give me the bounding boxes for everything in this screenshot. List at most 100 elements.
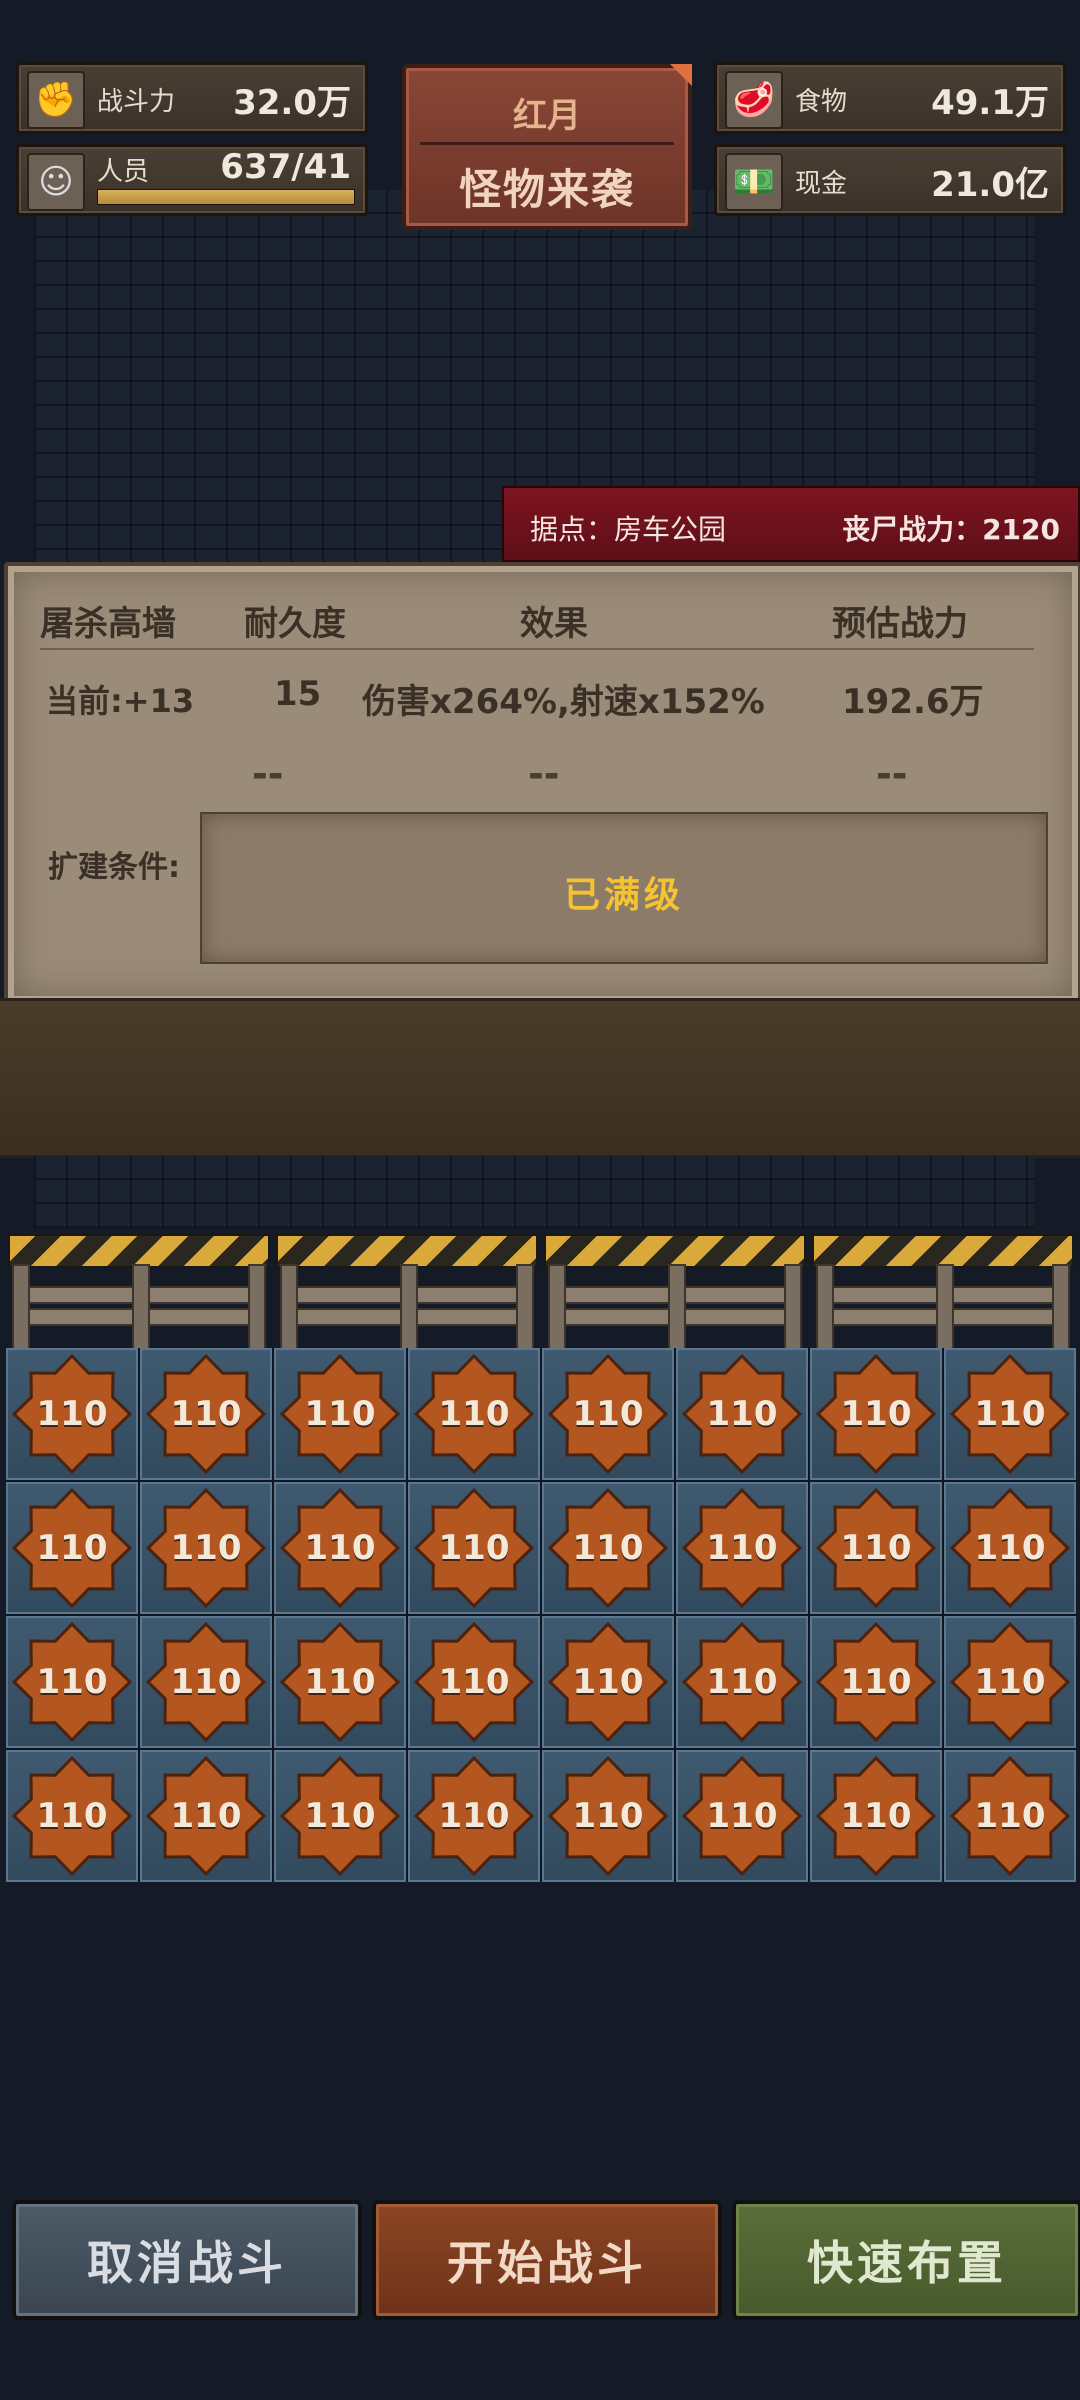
dirt-strip: [0, 998, 1080, 1158]
unit-level: 110: [974, 1796, 1046, 1836]
unit-level: 110: [974, 1662, 1046, 1702]
current-level: 当前:+13: [46, 682, 195, 720]
cancel-battle-button[interactable]: 取消战斗: [12, 2200, 362, 2320]
grid-slot[interactable]: 110: [6, 1616, 138, 1748]
current-durability: 15: [274, 674, 322, 714]
barricade: [276, 1234, 538, 1352]
combat-power-panel: ✊ 战斗力 32.0万: [16, 62, 368, 134]
grid-slot[interactable]: 110: [810, 1482, 942, 1614]
unit-level: 110: [170, 1662, 242, 1702]
event-title: 红月: [513, 96, 581, 136]
unit-level: 110: [304, 1796, 376, 1836]
grid-slot[interactable]: 110: [6, 1750, 138, 1882]
grid-slot[interactable]: 110: [274, 1616, 406, 1748]
grid-slot[interactable]: 110: [274, 1750, 406, 1882]
unit-level: 110: [572, 1662, 644, 1702]
unit-level: 110: [974, 1528, 1046, 1568]
grid-slot[interactable]: 110: [542, 1348, 674, 1480]
unit-level: 110: [36, 1528, 108, 1568]
unit-level: 110: [304, 1662, 376, 1702]
deployment-grid: 110 110 110 110 110 110 110 110 110 110 110 110 110 1…: [6, 1348, 1076, 1882]
personnel-bar: [97, 189, 355, 205]
food-value: 49.1万: [931, 83, 1049, 123]
grid-slot[interactable]: 110: [542, 1750, 674, 1882]
grid-slot[interactable]: 110: [810, 1750, 942, 1882]
grid-slot[interactable]: 110: [274, 1482, 406, 1614]
grid-slot[interactable]: 110: [810, 1348, 942, 1480]
grid-slot[interactable]: 110: [6, 1348, 138, 1480]
grid-slot[interactable]: 110: [274, 1348, 406, 1480]
grid-slot[interactable]: 110: [140, 1750, 272, 1882]
unit-level: 110: [572, 1394, 644, 1434]
cash-value: 21.0亿: [931, 165, 1049, 205]
personnel-value: 637/41: [220, 147, 351, 187]
unit-level: 110: [304, 1394, 376, 1434]
grid-slot[interactable]: 110: [408, 1482, 540, 1614]
grid-slot[interactable]: 110: [408, 1348, 540, 1480]
next-durability: --: [252, 752, 284, 796]
personnel-label: 人员: [97, 157, 150, 187]
unit-level: 110: [706, 1796, 778, 1836]
unit-level: 110: [438, 1528, 510, 1568]
cash-label: 现金: [795, 169, 848, 199]
unit-level: 110: [36, 1394, 108, 1434]
meat-icon: 🥩: [725, 71, 783, 129]
divider: [420, 142, 674, 145]
location-label: 据点：房车公园: [530, 513, 727, 546]
person-icon: ☺: [27, 153, 85, 211]
unit-level: 110: [170, 1796, 242, 1836]
grid-slot[interactable]: 110: [408, 1616, 540, 1748]
unit-level: 110: [706, 1528, 778, 1568]
unit-level: 110: [572, 1796, 644, 1836]
cash-icon: 💵: [725, 153, 783, 211]
grid-slot[interactable]: 110: [810, 1616, 942, 1748]
grid-slot[interactable]: 110: [542, 1616, 674, 1748]
condition-label: 扩建条件:: [48, 850, 180, 885]
brick-wall-lower: [34, 1156, 1034, 1228]
unit-level: 110: [840, 1394, 912, 1434]
condition-box: 已满级: [200, 812, 1048, 964]
grid-slot[interactable]: 110: [408, 1750, 540, 1882]
grid-slot[interactable]: 110: [6, 1482, 138, 1614]
combat-power-label: 战斗力: [97, 87, 176, 117]
unit-level: 110: [304, 1528, 376, 1568]
grid-slot[interactable]: 110: [944, 1348, 1076, 1480]
grid-slot[interactable]: 110: [676, 1616, 808, 1748]
start-battle-button[interactable]: 开始战斗: [372, 2200, 722, 2320]
unit-level: 110: [36, 1662, 108, 1702]
unit-level: 110: [572, 1528, 644, 1568]
fist-icon: ✊: [27, 71, 85, 129]
event-subtitle: 怪物来袭: [458, 165, 635, 214]
header-durability: 耐久度: [244, 604, 346, 644]
unit-level: 110: [438, 1796, 510, 1836]
header-name: 屠杀高墙: [40, 604, 176, 644]
grid-slot[interactable]: 110: [676, 1348, 808, 1480]
next-power: --: [876, 752, 908, 796]
grid-slot[interactable]: 110: [140, 1482, 272, 1614]
grid-slot[interactable]: 110: [944, 1750, 1076, 1882]
combat-power-value: 32.0万: [233, 83, 351, 123]
condition-text: 已满级: [563, 875, 684, 916]
grid-slot[interactable]: 110: [944, 1482, 1076, 1614]
unit-level: 110: [840, 1796, 912, 1836]
quick-deploy-button[interactable]: 快速布置: [732, 2200, 1080, 2320]
header-effect: 效果: [520, 604, 588, 644]
header-divider: [40, 648, 1034, 650]
personnel-panel: ☺ 人员 637/41: [16, 144, 368, 216]
unit-level: 110: [974, 1394, 1046, 1434]
current-power: 192.6万: [842, 682, 984, 722]
grid-slot[interactable]: 110: [140, 1348, 272, 1480]
grid-slot[interactable]: 110: [140, 1616, 272, 1748]
unit-level: 110: [840, 1528, 912, 1568]
grid-slot[interactable]: 110: [676, 1482, 808, 1614]
grid-slot[interactable]: 110: [542, 1482, 674, 1614]
location-banner: 据点：房车公园 丧尸战力：2120: [502, 486, 1080, 562]
grid-slot[interactable]: 110: [676, 1750, 808, 1882]
header-power: 预估战力: [832, 604, 968, 644]
unit-level: 110: [706, 1394, 778, 1434]
unit-level: 110: [170, 1528, 242, 1568]
current-effect: 伤害x264%,射速x152%: [362, 682, 765, 722]
unit-level: 110: [170, 1394, 242, 1434]
grid-slot[interactable]: 110: [944, 1616, 1076, 1748]
event-sign[interactable]: 红月 怪物来袭: [402, 64, 692, 230]
